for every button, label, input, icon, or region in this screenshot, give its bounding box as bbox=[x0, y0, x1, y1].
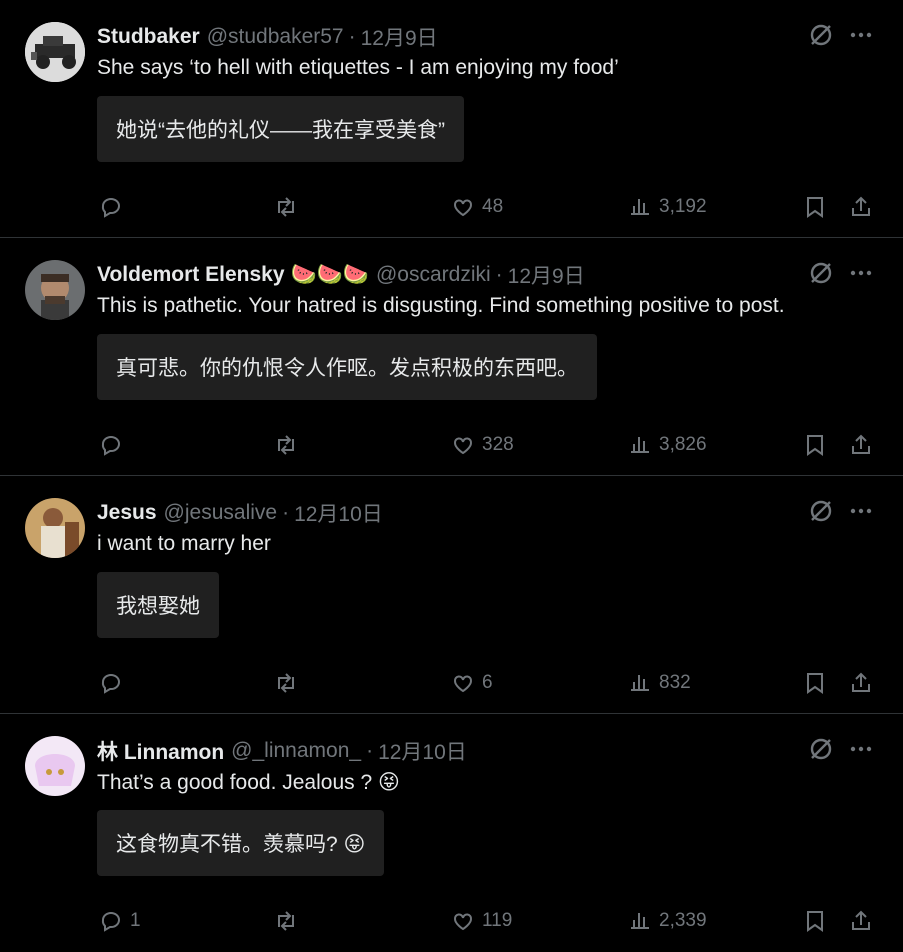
handle[interactable]: @oscardziki bbox=[376, 263, 491, 287]
like-count: 119 bbox=[482, 910, 513, 931]
grok-icon[interactable] bbox=[808, 22, 834, 48]
views-button[interactable]: 3,192 bbox=[627, 192, 707, 222]
like-button[interactable]: 48 bbox=[450, 192, 503, 222]
tweet-text: That’s a good food. Jealous ? 😝 bbox=[97, 771, 400, 794]
heart-icon bbox=[454, 675, 472, 693]
like-button[interactable]: 119 bbox=[450, 906, 512, 936]
like-button[interactable]: 328 bbox=[450, 430, 514, 460]
views-count: 2,339 bbox=[659, 910, 707, 931]
separator-dot: · bbox=[282, 501, 290, 524]
translation-box: 她说“去他的礼仪——我在享受美食” bbox=[97, 96, 464, 162]
timestamp[interactable]: 12月9日 bbox=[508, 260, 585, 290]
views-button[interactable]: 832 bbox=[627, 668, 691, 698]
reply-button[interactable] bbox=[98, 192, 124, 222]
handle[interactable]: @_linnamon_ bbox=[231, 739, 361, 763]
share-icon bbox=[852, 196, 870, 216]
like-count: 6 bbox=[482, 672, 493, 693]
reply-button[interactable] bbox=[98, 430, 124, 460]
translation-box: 这食物真不错。羡慕吗? 😝 bbox=[97, 810, 385, 876]
bookmark-icon bbox=[807, 435, 823, 456]
retweet-icon bbox=[278, 435, 294, 455]
timestamp[interactable]: 12月9日 bbox=[361, 22, 438, 52]
reply-icon bbox=[101, 198, 120, 218]
bookmark-icon bbox=[807, 911, 823, 932]
more-icon[interactable] bbox=[848, 22, 874, 48]
retweet-icon bbox=[278, 197, 294, 217]
reply-button[interactable] bbox=[98, 668, 124, 698]
retweet-icon bbox=[278, 673, 294, 693]
views-button[interactable]: 3,826 bbox=[627, 430, 707, 460]
handle[interactable]: @studbaker57 bbox=[207, 25, 344, 49]
separator-dot: · bbox=[495, 263, 503, 286]
translation-box: 我想娶她 bbox=[97, 572, 219, 638]
share-icon bbox=[852, 910, 870, 930]
avatar[interactable] bbox=[25, 498, 85, 558]
timestamp[interactable]: 12月10日 bbox=[378, 736, 467, 766]
bookmark-button[interactable] bbox=[802, 906, 828, 936]
reply-icon bbox=[101, 912, 120, 932]
views-count: 3,826 bbox=[659, 434, 707, 455]
views-button[interactable]: 2,339 bbox=[627, 906, 707, 936]
more-icon[interactable] bbox=[848, 736, 874, 762]
display-name[interactable]: Jesus bbox=[97, 501, 157, 525]
avatar[interactable] bbox=[25, 22, 85, 82]
tweet[interactable]: Jesus @jesusalive · 12月10日 i want to mar… bbox=[0, 476, 903, 714]
translation-box: 真可悲。你的仇恨令人作呕。发点积极的东西吧。 bbox=[97, 334, 597, 400]
tweet[interactable]: Voldemort Elensky 🍉🍉🍉 @oscardziki · 12月9… bbox=[0, 238, 903, 476]
display-name[interactable]: Voldemort Elensky bbox=[97, 263, 285, 287]
views-icon bbox=[631, 199, 649, 215]
separator-dot: · bbox=[366, 739, 374, 762]
retweet-button[interactable] bbox=[273, 906, 299, 936]
heart-icon bbox=[454, 437, 472, 455]
like-count: 48 bbox=[482, 196, 504, 217]
share-icon bbox=[852, 434, 870, 454]
reply-icon bbox=[101, 436, 120, 456]
reply-button[interactable]: 1 bbox=[98, 906, 141, 936]
separator-dot: · bbox=[348, 25, 356, 48]
tweet[interactable]: 林 Linnamon @_linnamon_ · 12月10日 That’s a… bbox=[0, 714, 903, 952]
bookmark-button[interactable] bbox=[802, 668, 828, 698]
share-icon bbox=[852, 672, 870, 692]
reply-count: 1 bbox=[130, 910, 141, 931]
bookmark-button[interactable] bbox=[802, 430, 828, 460]
tweet[interactable]: Studbaker @studbaker57 · 12月9日 She says … bbox=[0, 0, 903, 238]
retweet-icon bbox=[278, 911, 294, 931]
share-button[interactable] bbox=[848, 906, 874, 936]
views-icon bbox=[631, 437, 649, 453]
views-count: 3,192 bbox=[659, 196, 707, 217]
bookmark-icon bbox=[807, 673, 823, 694]
display-name[interactable]: Studbaker bbox=[97, 25, 200, 49]
views-count: 832 bbox=[659, 672, 691, 693]
share-button[interactable] bbox=[848, 668, 874, 698]
grok-icon[interactable] bbox=[808, 498, 834, 524]
retweet-button[interactable] bbox=[273, 668, 299, 698]
more-icon[interactable] bbox=[848, 260, 874, 286]
like-count: 328 bbox=[482, 434, 514, 455]
retweet-button[interactable] bbox=[273, 192, 299, 222]
grok-icon[interactable] bbox=[808, 260, 834, 286]
badge-emojis: 🍉🍉🍉 bbox=[290, 263, 369, 286]
timestamp[interactable]: 12月10日 bbox=[294, 498, 383, 528]
avatar[interactable] bbox=[25, 260, 85, 320]
heart-icon bbox=[454, 199, 472, 217]
tweet-text: i want to marry her bbox=[97, 532, 271, 555]
share-button[interactable] bbox=[848, 430, 874, 460]
more-icon[interactable] bbox=[848, 498, 874, 524]
reply-icon bbox=[101, 674, 120, 694]
tweet-text: She says ‘to hell with etiquettes - I am… bbox=[97, 56, 619, 79]
bookmark-icon bbox=[807, 197, 823, 218]
bookmark-button[interactable] bbox=[802, 192, 828, 222]
grok-icon[interactable] bbox=[808, 736, 834, 762]
avatar[interactable] bbox=[25, 736, 85, 796]
display-name[interactable]: 林 Linnamon bbox=[97, 736, 224, 766]
heart-icon bbox=[454, 913, 472, 931]
views-icon bbox=[631, 675, 649, 691]
like-button[interactable]: 6 bbox=[450, 668, 493, 698]
views-icon bbox=[631, 913, 649, 929]
handle[interactable]: @jesusalive bbox=[164, 501, 278, 525]
share-button[interactable] bbox=[848, 192, 874, 222]
retweet-button[interactable] bbox=[273, 430, 299, 460]
tweet-text: This is pathetic. Your hatred is disgust… bbox=[97, 294, 785, 317]
